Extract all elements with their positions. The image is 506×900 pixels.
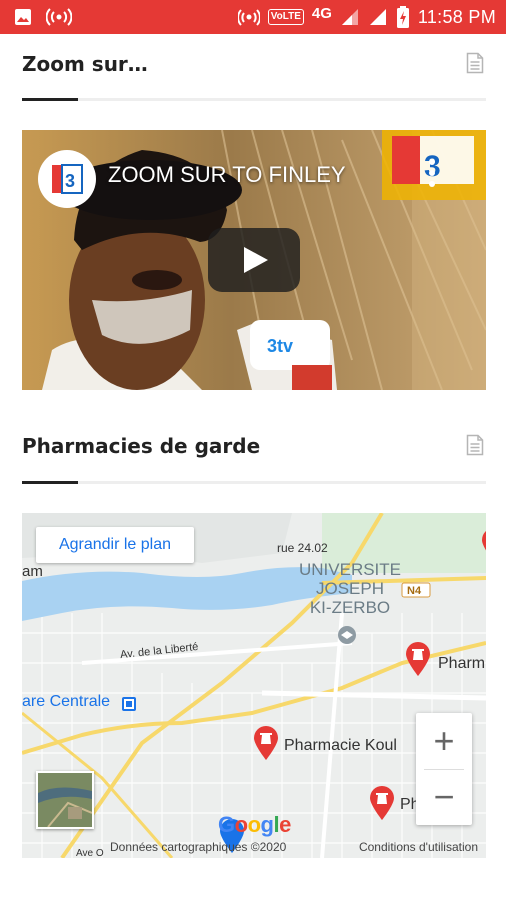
volte-badge: VoLTE: [267, 9, 304, 25]
gare-centrale-label: are Centrale: [22, 693, 111, 710]
pharmacie-koul-label: Pharmacie Koul: [284, 737, 397, 754]
document-icon[interactable]: [466, 52, 484, 74]
image-notification-icon: [15, 9, 31, 25]
video-player[interactable]: 3tv 3 3 ZOOM SUR TO FINLEY: [22, 130, 486, 390]
terms-link[interactable]: Conditions d'utilisation: [359, 840, 478, 854]
zoom-controls: + −: [416, 713, 472, 825]
road-label: rue 24.02: [277, 541, 328, 555]
university-label: UNIVERSITE JOSEPH KI-ZERBO: [298, 560, 402, 617]
svg-text:3: 3: [65, 171, 75, 191]
map-label-am: am: [22, 563, 43, 580]
svg-text:3tv: 3tv: [267, 336, 293, 356]
network-type: 4G: [311, 4, 332, 22]
play-icon: [244, 247, 268, 273]
map-footer: Données cartographiques ©2020 Conditions…: [22, 836, 486, 858]
satellite-view-toggle[interactable]: [36, 771, 94, 829]
signal-icon-2: [369, 9, 386, 25]
pharmacy-pin[interactable]: [252, 725, 280, 761]
zoom-section-title: Zoom sur…: [22, 52, 148, 76]
document-icon[interactable]: [466, 434, 484, 456]
pharmacy-section-title: Pharmacies de garde: [22, 434, 261, 458]
section-divider-accent: [22, 481, 78, 484]
zoom-out-button[interactable]: −: [416, 769, 472, 825]
google-logo: Google: [218, 812, 291, 837]
section-divider-accent: [22, 98, 78, 101]
more-options-icon[interactable]: [428, 158, 436, 188]
wifi-calling-icon: [237, 9, 260, 26]
pharmacy-map[interactable]: N4 rue 24.02 am UNIVERSITE JOSEPH KI-ZER…: [22, 513, 486, 858]
channel-logo[interactable]: 3: [38, 150, 96, 208]
pharmacy-pin[interactable]: [368, 785, 396, 821]
map-attribution: Données cartographiques ©2020: [110, 840, 287, 854]
pharmacy-label-right: Pharm: [438, 655, 486, 672]
section-divider: [22, 98, 486, 101]
pharmacy-pin[interactable]: [404, 641, 432, 677]
hotspot-icon: [46, 8, 72, 26]
play-button[interactable]: [208, 228, 300, 292]
pharmacy-pin-edge[interactable]: [480, 527, 486, 563]
satellite-thumbnail: [38, 773, 92, 827]
clock: 11:58 PM: [417, 6, 496, 27]
video-title: ZOOM SUR TO FINLEY: [108, 162, 346, 187]
zoom-in-button[interactable]: +: [416, 713, 472, 769]
enlarge-map-button[interactable]: Agrandir le plan: [36, 527, 194, 563]
battery-charging-icon: [396, 6, 409, 28]
section-divider: [22, 481, 486, 484]
signal-icon: [341, 9, 358, 25]
status-bar: VoLTE 4G 11:58 PM: [0, 0, 506, 34]
